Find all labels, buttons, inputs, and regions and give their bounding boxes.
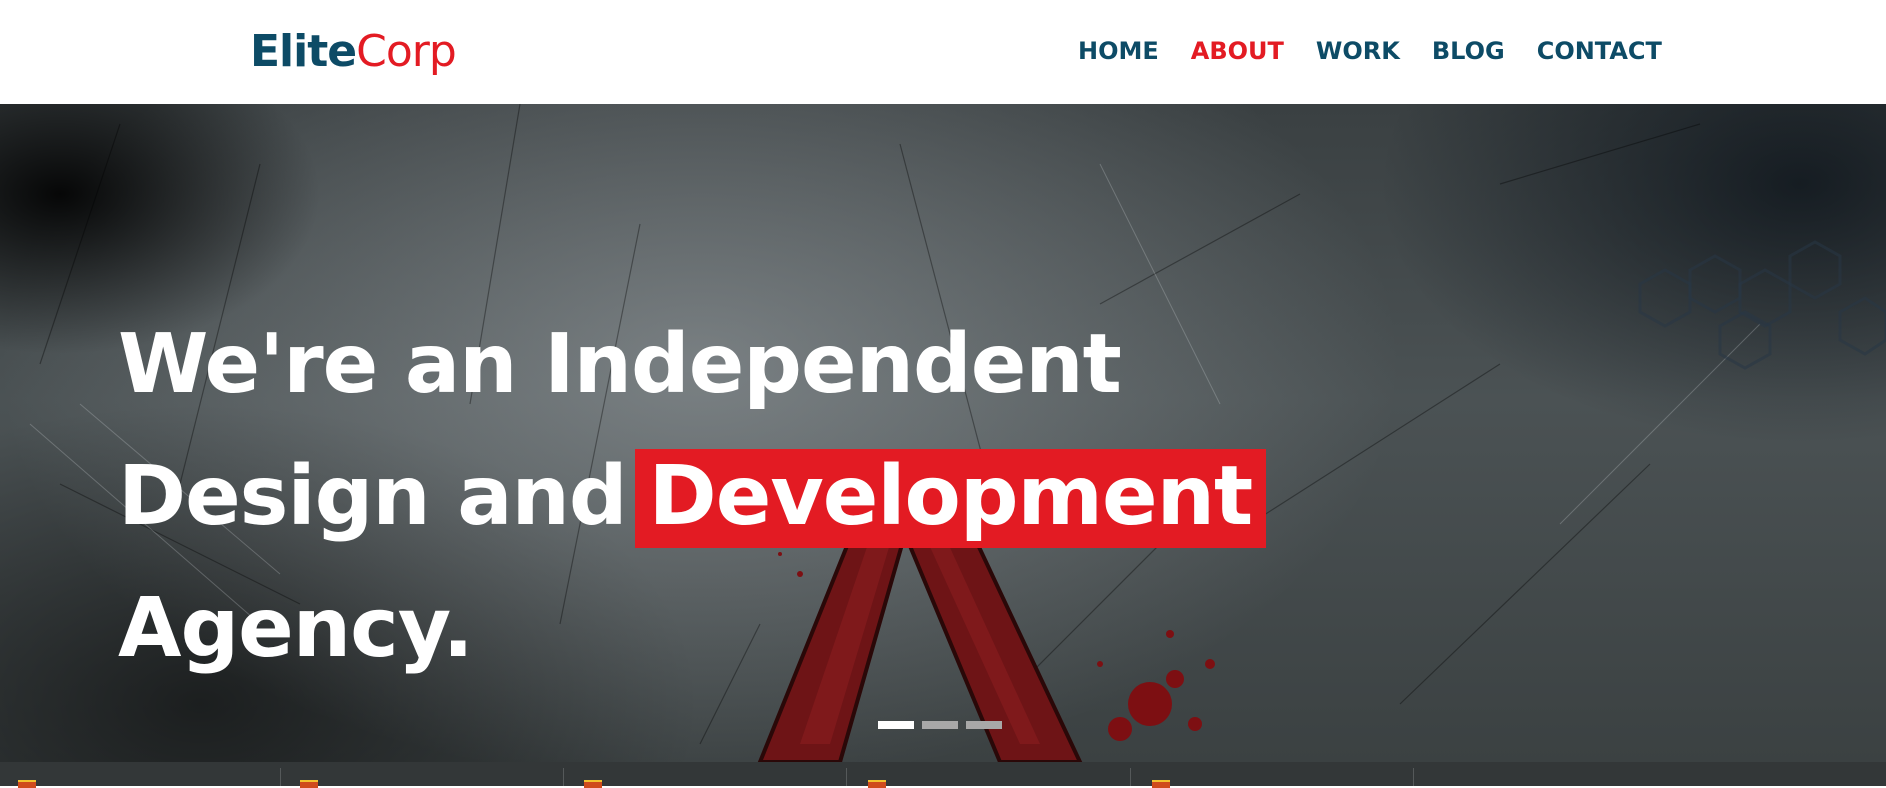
slider-dot-2[interactable] [922, 721, 958, 729]
site-logo[interactable]: EliteCorp [250, 22, 457, 82]
strip-divider [563, 768, 564, 786]
headline-line-2: Design and Development [118, 431, 1267, 563]
logo-part-corp: Corp [356, 26, 457, 77]
strip-divider [846, 768, 847, 786]
strip-item-icon [18, 780, 36, 788]
nav-item-blog[interactable]: BLOG [1432, 36, 1505, 66]
hexagon-pattern-icon [1638, 240, 1886, 370]
strip-item-icon [1152, 780, 1170, 788]
strip-item-icon [584, 780, 602, 788]
main-nav: HOME ABOUT WORK BLOG CONTACT [1078, 36, 1662, 66]
strip-item-icon [868, 780, 886, 788]
hero-slider: We're an Independent Design and Developme… [0, 104, 1886, 762]
strip-item-icon [300, 780, 318, 788]
nav-item-about[interactable]: ABOUT [1191, 36, 1284, 66]
slider-pagination [878, 721, 1002, 729]
headline-line-2-prefix: Design and [118, 448, 628, 544]
headline-highlight: Development [634, 448, 1267, 548]
nav-item-home[interactable]: HOME [1078, 36, 1159, 66]
logo-part-elite: Elite [250, 26, 357, 77]
hero-headline: We're an Independent Design and Developme… [118, 299, 1267, 695]
top-navigation-bar: EliteCorp HOME ABOUT WORK BLOG CONTACT [0, 0, 1886, 104]
strip-divider [1413, 768, 1414, 786]
nav-item-contact[interactable]: CONTACT [1537, 36, 1662, 66]
strip-divider [1130, 768, 1131, 786]
headline-line-1: We're an Independent [118, 316, 1122, 412]
bottom-feature-strip [0, 762, 1886, 788]
slider-dot-3[interactable] [966, 721, 1002, 729]
nav-item-work[interactable]: WORK [1316, 36, 1400, 66]
headline-line-3: Agency. [118, 580, 474, 676]
strip-divider [280, 768, 281, 786]
slider-dot-1[interactable] [878, 721, 914, 729]
